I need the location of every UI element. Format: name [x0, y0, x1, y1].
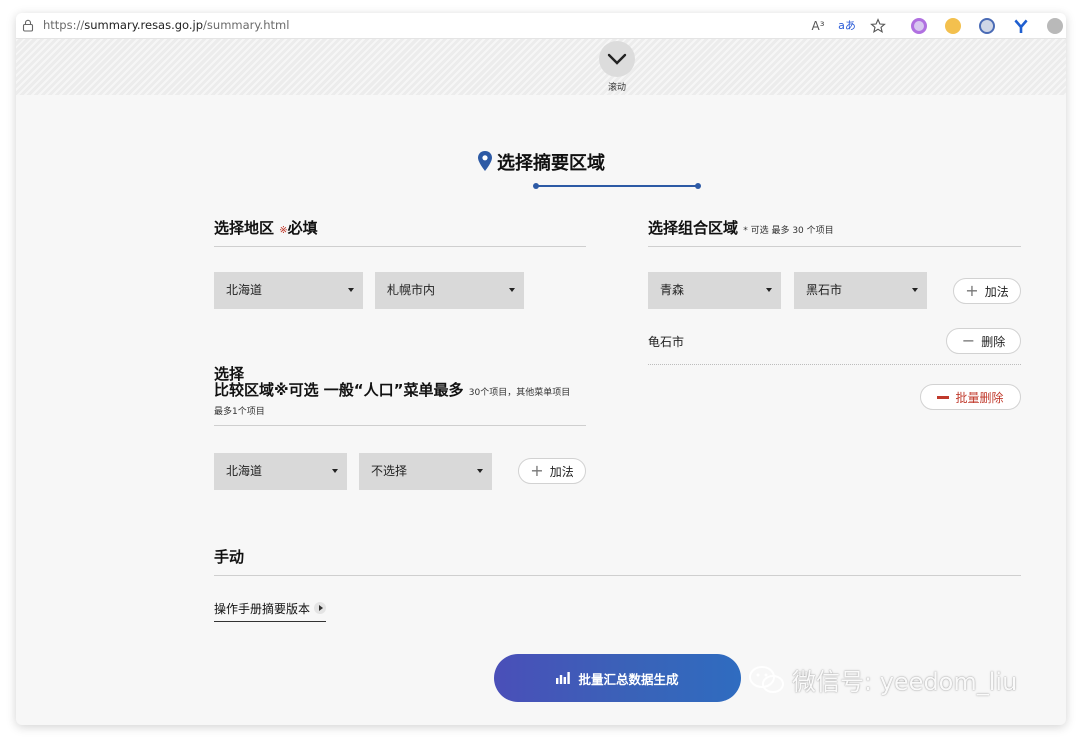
combo-city-select[interactable]: 黑石市	[794, 272, 927, 309]
scroll-label: 滚动	[607, 83, 626, 93]
favorite-star-icon[interactable]	[869, 17, 887, 35]
dropdown-caret-icon	[509, 288, 515, 292]
manual-divider	[214, 575, 1021, 576]
dropdown-caret-icon	[477, 469, 483, 473]
watermark: 微信号: yeedom_liu	[748, 662, 1017, 697]
page-title: 选择摘要区域	[16, 149, 1066, 175]
combo-item-delete-button[interactable]: − 删除	[946, 328, 1021, 354]
generate-data-button[interactable]: 批量汇总数据生成	[494, 654, 741, 702]
title-underline-dot-right	[695, 183, 701, 189]
minus-icon: −	[961, 331, 976, 350]
compare-heading: 选择 比较区域※可选 一般“人口”菜单最多 30个项目，其他菜单项目 最多1个项…	[214, 365, 571, 417]
lock-icon	[22, 19, 34, 32]
wechat-icon	[749, 665, 784, 693]
minus-icon	[937, 395, 950, 399]
bulk-delete-button[interactable]: 批量删除	[920, 384, 1021, 410]
extension-brain-icon[interactable]	[911, 18, 927, 34]
dropdown-caret-icon	[332, 469, 338, 473]
combo-item-name: 龟石市	[648, 335, 685, 349]
bar-chart-icon	[556, 672, 571, 684]
manual-link[interactable]: 操作手册摘要版本	[214, 600, 327, 622]
region-city-select[interactable]: 札幌市内	[375, 272, 524, 309]
combo-heading: 选择组合区域 * 可选 最多 30 个项目	[648, 219, 834, 237]
compare-divider	[214, 425, 586, 426]
extension-orange-icon[interactable]	[945, 18, 961, 34]
region-prefecture-select[interactable]: 北海道	[214, 272, 363, 309]
manual-heading: 手动	[214, 548, 245, 566]
compare-city-select[interactable]: 不选择	[359, 453, 492, 490]
browser-window: https://summary.resas.go.jp/summary.html…	[16, 13, 1066, 725]
read-aloud-icon[interactable]: A³	[809, 17, 827, 35]
translate-icon[interactable]: aあ	[838, 17, 856, 35]
extension-globe-icon[interactable]	[979, 18, 995, 34]
chevron-down-icon	[607, 53, 627, 65]
extension-y-icon[interactable]	[1013, 18, 1029, 34]
extension-gray-icon[interactable]	[1047, 18, 1063, 34]
combo-item-separator	[648, 364, 1021, 365]
combo-prefecture-select[interactable]: 青森	[648, 272, 781, 309]
compare-prefecture-select[interactable]: 北海道	[214, 453, 347, 490]
dropdown-caret-icon	[912, 288, 918, 292]
region-divider	[214, 246, 586, 247]
plus-icon: +	[530, 461, 544, 480]
hatched-banner: 滚动	[16, 39, 1066, 95]
map-pin-icon	[478, 151, 492, 171]
region-heading: 选择地区 ※必填	[214, 219, 318, 237]
dropdown-caret-icon	[348, 288, 354, 292]
title-underline	[536, 185, 698, 187]
address-bar[interactable]: https://summary.resas.go.jp/summary.html…	[16, 13, 1066, 39]
plus-icon: +	[965, 281, 979, 300]
compare-add-button[interactable]: + 加法	[518, 458, 586, 484]
combo-add-button[interactable]: + 加法	[953, 278, 1021, 304]
combo-divider	[648, 246, 1021, 247]
title-underline-dot-left	[533, 183, 539, 189]
scroll-button[interactable]	[599, 41, 635, 77]
arrow-right-icon	[314, 602, 327, 614]
dropdown-caret-icon	[766, 288, 772, 292]
url-text[interactable]: https://summary.resas.go.jp/summary.html	[43, 18, 289, 32]
